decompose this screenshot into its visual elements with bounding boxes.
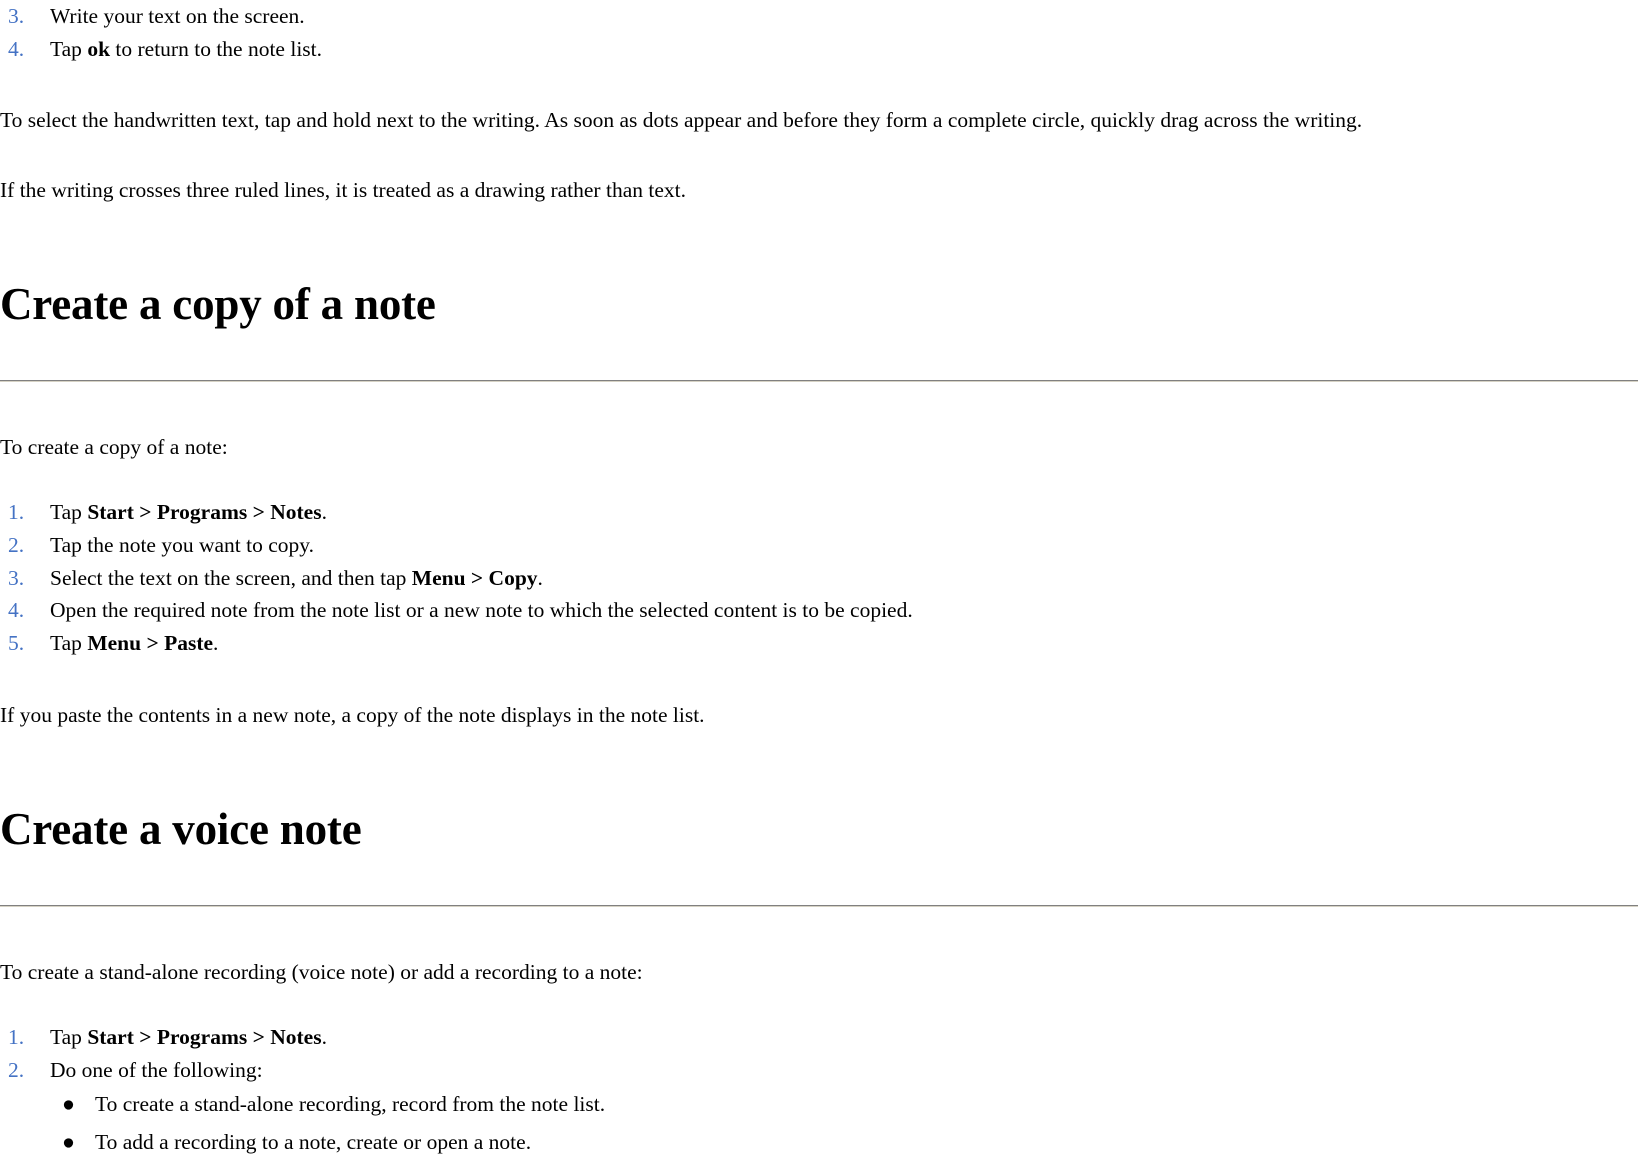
list-item-text: Select the text on the screen, and then … — [50, 562, 1638, 595]
list-item: 4. Tap ok to return to the note list. — [0, 33, 1638, 66]
list-item-text: Tap Start > Programs > Notes. — [50, 496, 1638, 529]
list-item-text-suffix: . — [537, 565, 543, 590]
list-item-text-prefix: Select the text on the screen, and then … — [50, 565, 412, 590]
list-item: 4. Open the required note from the note … — [0, 594, 1638, 627]
bullet-icon: ● — [62, 1130, 75, 1155]
list-item-text: Tap Start > Programs > Notes. — [50, 1021, 1638, 1054]
list-item-text-suffix: . — [321, 1024, 327, 1049]
sub-bullets-create-a-voice-note: ● To create a stand-alone recording, rec… — [0, 1086, 1638, 1162]
steps-create-a-copy-of-a-note: 1. Tap Start > Programs > Notes. 2. Tap … — [0, 496, 1638, 659]
list-item-text-bold: Menu > Paste — [87, 631, 214, 656]
list-item-text-suffix: to return to the note list. — [110, 36, 323, 61]
list-marker: 4. — [8, 598, 25, 623]
section-heading-create-a-copy-of-a-note: Create a copy of a note — [0, 279, 436, 330]
list-item: ● To create a stand-alone recording, rec… — [0, 1086, 1638, 1124]
list-item-text-prefix: Tap the note you want to copy. — [50, 533, 314, 558]
list-item-text: Tap ok to return to the note list. — [50, 33, 1638, 66]
paragraph-select-handwritten: To select the handwritten text, tap and … — [0, 108, 1363, 133]
list-item: 2. Do one of the following: — [0, 1054, 1638, 1087]
list-item-text: To create a stand-alone recording, recor… — [95, 1092, 606, 1117]
list-marker: 2. — [8, 533, 25, 558]
list-item-text-prefix: Tap — [50, 1024, 88, 1049]
list-item-text-bold: Start > Programs > Notes — [87, 1024, 322, 1049]
list-item-text-prefix: Open the required note from the note lis… — [50, 598, 913, 623]
list-item-text-prefix: Write your text on the screen. — [50, 4, 305, 28]
steps-create-a-voice-note: 1. Tap Start > Programs > Notes. 2. Do o… — [0, 1021, 1638, 1086]
list-item-text-suffix: . — [321, 500, 327, 525]
list-marker: 1. — [8, 500, 25, 525]
list-item-text-prefix: Tap — [50, 36, 88, 61]
document-page: 3. Write your text on the screen. 4. Tap… — [0, 0, 1638, 1162]
list-item-text-suffix: . — [213, 631, 219, 656]
list-item-text-prefix: Tap — [50, 500, 88, 525]
list-marker: 3. — [8, 565, 25, 590]
list-item: 3. Write your text on the screen. — [0, 0, 1638, 33]
list-marker: 5. — [8, 631, 25, 656]
list-item: 1. Tap Start > Programs > Notes. — [0, 1021, 1638, 1054]
list-item-text: Tap Menu > Paste. — [50, 627, 1638, 660]
list-marker: 1. — [8, 1024, 25, 1049]
list-item-text-bold: Start > Programs > Notes — [87, 500, 322, 525]
list-item: 5. Tap Menu > Paste. — [0, 627, 1638, 660]
paragraph-to-create-standalone: To create a stand-alone recording (voice… — [0, 959, 643, 984]
list-item: ● To add a recording to a note, create o… — [0, 1124, 1638, 1162]
list-item: 2. Tap the note you want to copy. — [0, 529, 1638, 562]
list-marker: 2. — [8, 1057, 25, 1082]
paragraph-three-ruled-lines: If the writing crosses three ruled lines… — [0, 178, 686, 203]
list-item-text: Open the required note from the note lis… — [50, 594, 1638, 627]
list-item: 3. Select the text on the screen, and th… — [0, 562, 1638, 595]
list-item-text-prefix: Do one of the following: — [50, 1057, 263, 1082]
list-marker: 4. — [8, 36, 25, 61]
list-item-text-bold: ok — [87, 36, 111, 61]
paragraph-to-create-copy: To create a copy of a note: — [0, 435, 228, 460]
list-item-text-bold: Menu > Copy — [411, 565, 538, 590]
list-marker: 3. — [8, 4, 25, 28]
list-item: 1. Tap Start > Programs > Notes. — [0, 496, 1638, 529]
bullet-icon: ● — [62, 1092, 75, 1117]
section-heading-create-a-voice-note: Create a voice note — [0, 803, 362, 854]
list-item-text-prefix: Tap — [50, 631, 88, 656]
list-item-text: Do one of the following: — [50, 1054, 1638, 1087]
list-item-text: Write your text on the screen. — [50, 0, 1638, 33]
list-item-text: Tap the note you want to copy. — [50, 529, 1638, 562]
list-item-text: To add a recording to a note, create or … — [95, 1130, 532, 1155]
numbered-list-continuation: 3. Write your text on the screen. 4. Tap… — [0, 0, 1638, 65]
paragraph-paste-contents: If you paste the contents in a new note,… — [0, 702, 705, 727]
